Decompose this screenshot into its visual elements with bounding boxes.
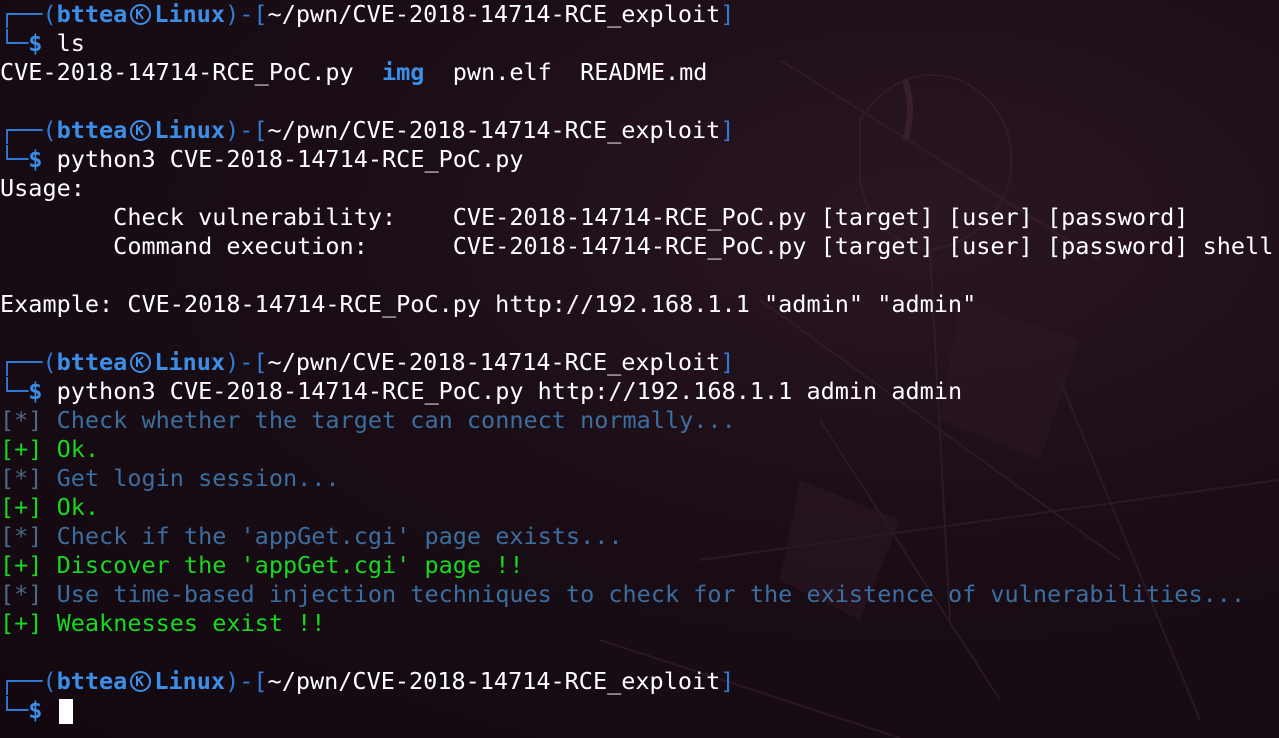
ls-output-line: CVE-2018-14714-RCE_PoC.py img pwn.elf RE… <box>0 58 1279 87</box>
prompt-corner-bottom: └─ <box>0 696 29 724</box>
prompt-path: ~/pwn/CVE-2018-14714-RCE_exploit <box>267 0 721 28</box>
log-tag: [+] <box>0 493 43 521</box>
output-line: Check vulnerability: CVE-2018-14714-RCE_… <box>0 203 1189 231</box>
prompt-separator: )-[ <box>225 348 268 376</box>
prompt-path: ~/pwn/CVE-2018-14714-RCE_exploit <box>267 116 721 144</box>
log-text: Get login session... <box>42 464 340 492</box>
prompt-dollar: $ <box>28 145 43 173</box>
output-line: Command execution: CVE-2018-14714-RCE_Po… <box>0 232 1274 260</box>
log-tag: [+] <box>0 435 43 463</box>
prompt-bracket: ] <box>720 116 735 144</box>
log-tag: [*] <box>0 406 43 434</box>
ls-file-item: pwn.elf <box>452 58 552 86</box>
terminal-window[interactable]: ┌──(bttea Linux)-[~/pwn/CVE-2018-14714-RC… <box>0 0 1279 738</box>
prompt-dollar: $ <box>28 29 43 57</box>
ls-file-item: CVE-2018-14714-RCE_PoC.py <box>0 58 354 86</box>
log-line-info: [*] Check whether the target can connect… <box>0 406 1279 435</box>
log-text: Check whether the target can connect nor… <box>42 406 736 434</box>
prompt-host: Linux <box>154 667 226 695</box>
prompt-command-line: └─$ ls <box>0 29 1279 58</box>
prompt-corner: ┌──( <box>0 116 57 144</box>
prompt-corner: ┌──( <box>0 0 57 28</box>
prompt-host: Linux <box>154 0 226 28</box>
prompt-user: bttea <box>56 116 128 144</box>
log-line-info: [*] Use time-based injection techniques … <box>0 580 1279 609</box>
prompt-corner: ┌──( <box>0 348 57 376</box>
log-tag: [+] <box>0 551 43 579</box>
prompt-top-line: ┌──(bttea Linux)-[~/pwn/CVE-2018-14714-RC… <box>0 116 1279 145</box>
log-line-ok: [+] Ok. <box>0 493 1279 522</box>
prompt-user: bttea <box>56 348 128 376</box>
prompt-corner-bottom: └─ <box>0 145 29 173</box>
command-text: ls <box>56 29 85 57</box>
log-tag: [*] <box>0 464 43 492</box>
prompt-separator: )-[ <box>225 116 268 144</box>
log-tag: [+] <box>0 609 43 637</box>
prompt-host: Linux <box>154 116 226 144</box>
prompt-path: ~/pwn/CVE-2018-14714-RCE_exploit <box>267 348 721 376</box>
prompt-bracket: ] <box>720 348 735 376</box>
prompt-corner-bottom: └─ <box>0 377 29 405</box>
log-line-info: [*] Check if the 'appGet.cgi' page exist… <box>0 522 1279 551</box>
log-text: Weaknesses exist !! <box>42 609 326 637</box>
prompt-dollar: $ <box>28 377 43 405</box>
output-line: Usage: <box>0 174 85 202</box>
prompt-bracket: ] <box>720 667 735 695</box>
prompt-top-line: ┌──(bttea Linux)-[~/pwn/CVE-2018-14714-RC… <box>0 0 1279 29</box>
command-text: python3 CVE-2018-14714-RCE_PoC.py <box>56 145 524 173</box>
prompt-user: bttea <box>56 0 128 28</box>
prompt-command-line: └─$ python3 CVE-2018-14714-RCE_PoC.py ht… <box>0 377 1279 406</box>
prompt-separator: )-[ <box>225 0 268 28</box>
prompt-separator: )-[ <box>225 667 268 695</box>
log-text: Check if the 'appGet.cgi' page exists... <box>42 522 623 550</box>
prompt-path: ~/pwn/CVE-2018-14714-RCE_exploit <box>267 667 721 695</box>
prompt-corner: ┌──( <box>0 667 57 695</box>
log-line-ok: [+] Ok. <box>0 435 1279 464</box>
kali-dragon-icon <box>130 120 152 141</box>
prompt-top-line: ┌──(bttea Linux)-[~/pwn/CVE-2018-14714-RC… <box>0 667 1279 696</box>
kali-dragon-icon <box>130 671 152 692</box>
prompt-dollar: $ <box>28 696 43 724</box>
terminal-cursor <box>58 699 73 724</box>
prompt-corner-bottom: └─ <box>0 29 29 57</box>
log-line-ok: [+] Discover the 'appGet.cgi' page !! <box>0 551 1279 580</box>
ls-dir-item: img <box>382 58 425 86</box>
log-text: Discover the 'appGet.cgi' page !! <box>42 551 524 579</box>
log-text: Ok. <box>42 435 100 463</box>
log-text: Ok. <box>42 493 100 521</box>
output-line: Example: CVE-2018-14714-RCE_PoC.py http:… <box>0 290 977 318</box>
log-line-ok: [+] Weaknesses exist !! <box>0 609 1279 638</box>
log-tag: [*] <box>0 580 43 608</box>
prompt-bracket: ] <box>720 0 735 28</box>
log-text: Use time-based injection techniques to c… <box>42 580 1246 608</box>
prompt-command-line[interactable]: └─$ <box>0 696 1279 725</box>
kali-dragon-icon <box>130 4 152 25</box>
prompt-command-line: └─$ python3 CVE-2018-14714-RCE_PoC.py <box>0 145 1279 174</box>
prompt-top-line: ┌──(bttea Linux)-[~/pwn/CVE-2018-14714-RC… <box>0 348 1279 377</box>
log-line-info: [*] Get login session... <box>0 464 1279 493</box>
prompt-host: Linux <box>154 348 226 376</box>
kali-dragon-icon <box>130 352 152 373</box>
prompt-user: bttea <box>56 667 128 695</box>
ls-file-item: README.md <box>580 58 708 86</box>
log-tag: [*] <box>0 522 43 550</box>
command-text: python3 CVE-2018-14714-RCE_PoC.py http:/… <box>56 377 963 405</box>
